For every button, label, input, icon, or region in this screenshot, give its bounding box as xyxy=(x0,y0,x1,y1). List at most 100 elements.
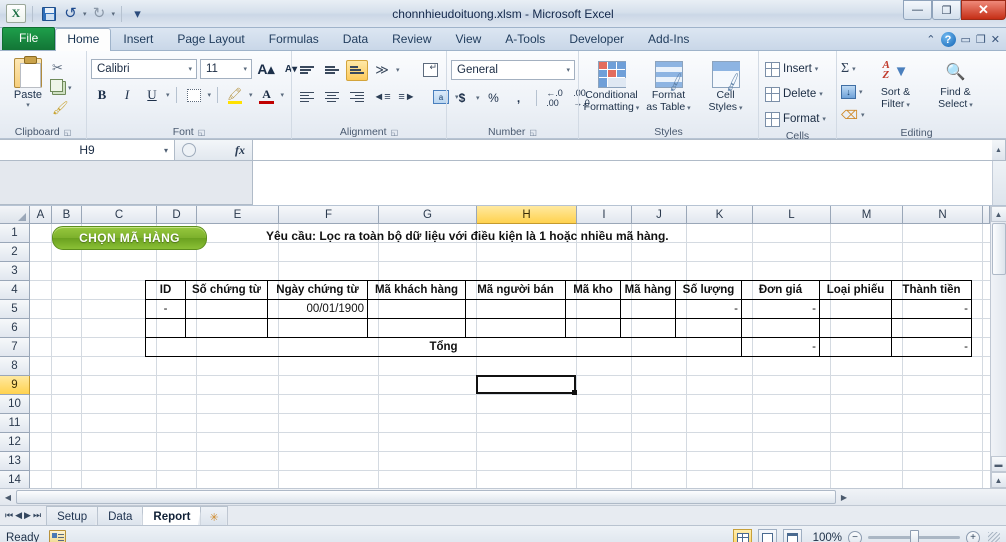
zoom-slider[interactable] xyxy=(868,530,960,542)
insert-cells-button[interactable]: Insert ▾ xyxy=(765,58,818,80)
wrap-text-button[interactable] xyxy=(420,60,442,81)
column-header-c[interactable]: C xyxy=(82,206,157,224)
format-as-table-button[interactable]: 🖌 Format as Table ▾ xyxy=(640,60,697,114)
split-handle-icon[interactable]: ▬ xyxy=(990,456,1006,472)
cell-so-luong-1[interactable]: - xyxy=(675,299,742,319)
paste-button[interactable]: Paste ▾ xyxy=(4,56,52,109)
zoom-slider-thumb[interactable] xyxy=(910,530,919,542)
tab-a-tools[interactable]: A-Tools xyxy=(493,28,557,51)
column-header-f[interactable]: F xyxy=(279,206,379,224)
name-box[interactable]: H9 ▾ xyxy=(0,139,175,161)
tab-add-ins[interactable]: Add-Ins xyxy=(636,28,701,51)
prev-sheet-icon[interactable]: ◀ xyxy=(15,510,22,521)
vertical-scroll-thumb[interactable] xyxy=(991,223,1006,275)
sort-filter-button[interactable]: A Z ▼ Sort & Filter ▾ xyxy=(866,58,924,111)
formula-bar-scroll-rail[interactable] xyxy=(992,161,1006,205)
align-left-button[interactable] xyxy=(296,87,318,108)
tab-file[interactable]: File xyxy=(2,27,56,50)
clear-button[interactable]: ⌫ ▾ xyxy=(841,104,864,126)
orientation-dropdown-icon[interactable]: ▾ xyxy=(396,66,400,74)
align-bottom-button[interactable] xyxy=(346,59,368,81)
align-center-button[interactable] xyxy=(321,87,343,108)
cell-ma-kho-1[interactable] xyxy=(565,299,621,319)
column-header-k[interactable]: K xyxy=(687,206,753,224)
number-format-combo[interactable]: General ▾ xyxy=(451,60,575,80)
tab-view[interactable]: View xyxy=(444,28,494,51)
last-sheet-icon[interactable]: ⏭ xyxy=(33,510,41,521)
row-header-13[interactable]: 13 xyxy=(0,452,30,471)
cell-thanh-tien-1[interactable]: - xyxy=(891,299,972,319)
delete-dropdown-icon[interactable]: ▾ xyxy=(819,90,823,98)
undo-icon[interactable]: ↺ xyxy=(61,4,80,23)
percent-format-button[interactable]: % xyxy=(483,88,505,109)
format-painter-button[interactable]: 🖌 xyxy=(52,99,72,117)
row-header-2[interactable]: 2 xyxy=(0,243,30,262)
select-all-corner[interactable] xyxy=(0,206,30,224)
cell-ma-khach-hang-2[interactable] xyxy=(367,318,466,338)
column-header-e[interactable]: E xyxy=(197,206,279,224)
row-header-11[interactable]: 11 xyxy=(0,414,30,433)
first-sheet-icon[interactable]: ⏮ xyxy=(5,510,13,521)
cell-canvas[interactable]: CHỌN MÃ HÀNG Yêu cầu: Lọc ra toàn bộ dữ … xyxy=(30,224,990,488)
column-header-h[interactable]: H xyxy=(477,206,577,224)
cell-styles-button[interactable]: 🖌 Cell Styles ▾ xyxy=(697,60,754,114)
minimize-ribbon-icon[interactable]: ▭ xyxy=(961,33,971,46)
clear-dropdown-icon[interactable]: ▾ xyxy=(861,111,865,119)
table-row[interactable]: - 00/01/1900 - - - xyxy=(145,299,972,319)
tab-data[interactable]: Data xyxy=(331,28,380,51)
cell-don-gia-1[interactable]: - xyxy=(741,299,820,319)
cell-id-1[interactable]: - xyxy=(145,299,186,319)
close-button[interactable]: ✕ xyxy=(961,0,1006,20)
zoom-in-button[interactable]: + xyxy=(966,530,980,542)
decrease-indent-button[interactable]: ◄≡ xyxy=(371,87,393,108)
bold-button[interactable]: B xyxy=(91,85,113,106)
conditional-formatting-button[interactable]: Conditional Formatting ▾ xyxy=(583,60,640,114)
tab-review[interactable]: Review xyxy=(380,28,443,51)
autosum-dropdown-icon[interactable]: ▾ xyxy=(852,65,856,73)
increase-indent-button[interactable]: ≡► xyxy=(396,87,418,108)
redo-icon[interactable]: ↻ xyxy=(90,4,109,23)
scroll-up-page-icon[interactable]: ▲ xyxy=(990,472,1006,488)
underline-button[interactable]: U xyxy=(141,85,163,106)
page-break-view-button[interactable] xyxy=(783,529,802,542)
horizontal-scroll-thumb[interactable] xyxy=(16,490,836,504)
borders-dropdown-icon[interactable]: ▾ xyxy=(208,91,212,99)
comma-format-button[interactable]: , xyxy=(508,88,530,109)
row-header-14[interactable]: 14 xyxy=(0,471,30,488)
cell-id-2[interactable] xyxy=(145,318,186,338)
underline-dropdown-icon[interactable]: ▾ xyxy=(166,91,170,99)
cell-thanh-tien-2[interactable] xyxy=(891,318,972,338)
formula-input[interactable] xyxy=(253,139,992,161)
cell-so-chung-tu-1[interactable] xyxy=(185,299,268,319)
cell-ma-hang-1[interactable] xyxy=(620,299,676,319)
row-header-6[interactable]: 6 xyxy=(0,319,30,338)
select-product-code-button[interactable]: CHỌN MÃ HÀNG xyxy=(52,226,207,250)
copy-dropdown-icon[interactable]: ▾ xyxy=(68,84,72,92)
autosum-button[interactable]: Σ ▾ xyxy=(841,58,864,80)
number-dialog-launcher-icon[interactable]: ◱ xyxy=(529,128,537,137)
minimize-button[interactable]: — xyxy=(903,0,932,20)
active-cell-selection[interactable] xyxy=(476,375,577,395)
italic-button[interactable]: I xyxy=(116,85,138,106)
expand-formula-bar-button[interactable]: ▲ xyxy=(992,139,1006,161)
name-box-caret-icon[interactable]: ▾ xyxy=(164,146,168,155)
redo-dropdown-icon[interactable]: ▾ xyxy=(112,10,116,18)
cancel-icon[interactable] xyxy=(182,143,196,157)
sheet-tab-setup[interactable]: Setup xyxy=(46,506,99,525)
cell-ma-kho-2[interactable] xyxy=(565,318,621,338)
horizontal-scrollbar-row[interactable]: ◀ ▶ xyxy=(0,488,1006,505)
row-header-7[interactable]: 7 xyxy=(0,338,30,357)
orientation-button[interactable]: ≫ xyxy=(371,60,393,81)
excel-logo-icon[interactable]: X xyxy=(6,4,26,23)
save-icon[interactable] xyxy=(39,4,58,23)
tab-formulas[interactable]: Formulas xyxy=(257,28,331,51)
row-header-9[interactable]: 9 xyxy=(0,376,30,395)
tab-home[interactable]: Home xyxy=(55,28,112,51)
next-sheet-icon[interactable]: ▶ xyxy=(24,510,31,521)
cell-ngay-chung-tu-1[interactable]: 00/01/1900 xyxy=(267,299,368,319)
clipboard-dialog-launcher-icon[interactable]: ◱ xyxy=(64,128,72,137)
table-total-row[interactable]: Tổng - - xyxy=(145,337,972,357)
column-header-d[interactable]: D xyxy=(157,206,197,224)
format-dropdown-icon[interactable]: ▾ xyxy=(822,115,826,123)
align-top-button[interactable] xyxy=(296,60,318,81)
